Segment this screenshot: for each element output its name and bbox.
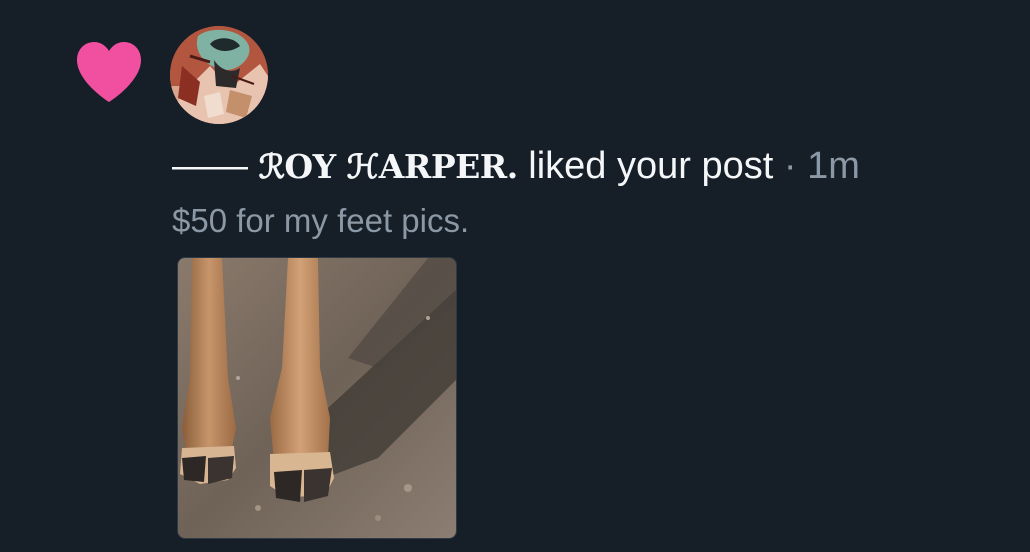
action-text: liked your post — [528, 145, 774, 187]
like-notification[interactable]: —— ℛOY ℋARPER. liked your post · 1m $50 … — [0, 0, 1030, 552]
notification-text: —— ℛOY ℋARPER. liked your post · 1m — [172, 140, 860, 193]
post-text: $50 for my feet pics. — [172, 202, 470, 239]
heart-icon — [75, 40, 143, 104]
avatar[interactable] — [170, 26, 268, 124]
timestamp: 1m — [807, 145, 860, 187]
post-image[interactable] — [177, 257, 457, 539]
dash-decoration: —— — [172, 145, 248, 187]
separator-dot: · — [783, 145, 797, 187]
user-name-link[interactable]: ℛOY ℋARPER. — [259, 147, 519, 186]
